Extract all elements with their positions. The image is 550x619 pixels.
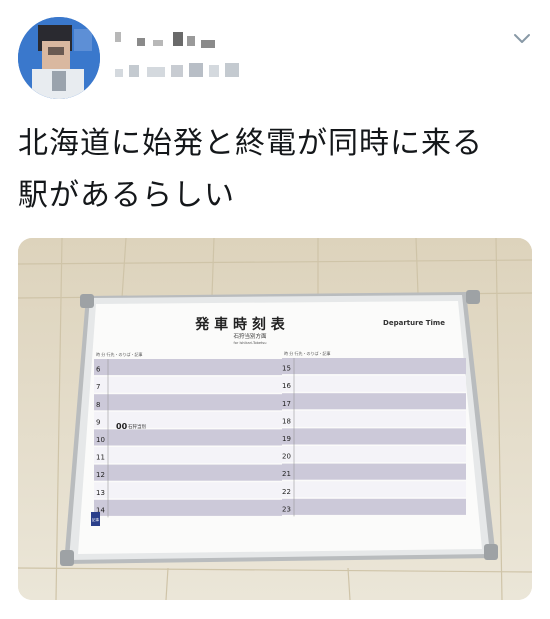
left-column-header: 時 分 行先・のりば・記事 bbox=[96, 351, 143, 357]
username-blurred[interactable] bbox=[115, 61, 255, 79]
tweet-text-line-2: 駅があるらしい bbox=[18, 178, 235, 213]
timetable-row bbox=[94, 429, 282, 446]
departure-minute: 00 bbox=[116, 422, 128, 431]
tweet-text: 北海道に始発と終電が同時に来る 駅があるらしい bbox=[18, 118, 533, 222]
departure-destination: 石狩当別 bbox=[128, 423, 146, 430]
frame-corner bbox=[80, 294, 94, 308]
right-timetable-column: 15 16 17 18 19 20 21 22 23 bbox=[282, 358, 466, 517]
timetable-row bbox=[94, 499, 282, 516]
hour-label: 17 bbox=[282, 400, 291, 408]
chevron-down-icon[interactable] bbox=[510, 26, 534, 50]
hour-label: 22 bbox=[282, 488, 291, 496]
timetable-board: 発 車 時 刻 表 Departure Time 石狩当別方面 for Ishi… bbox=[60, 290, 498, 566]
timetable-row bbox=[282, 393, 466, 410]
timetable-row bbox=[94, 394, 282, 411]
timetable-row bbox=[94, 359, 282, 376]
direction-label-en: for Ishikari-Tobetsu bbox=[234, 341, 267, 345]
right-column-header: 時 分 行先・のりば・記事 bbox=[284, 350, 331, 356]
timetable-row bbox=[282, 481, 466, 498]
timetable-row bbox=[282, 375, 466, 392]
hour-label: 7 bbox=[96, 383, 100, 391]
hour-label: 9 bbox=[96, 418, 100, 426]
timetable-photo: 発 車 時 刻 表 Departure Time 石狩当別方面 for Ishi… bbox=[18, 238, 532, 600]
hour-label: 19 bbox=[282, 435, 291, 443]
board-title-en: Departure Time bbox=[383, 319, 445, 327]
display-name-blurred[interactable] bbox=[115, 28, 225, 50]
timetable-row bbox=[282, 410, 466, 427]
board-title: 発 車 時 刻 表 bbox=[194, 316, 285, 333]
hour-label: 16 bbox=[282, 382, 291, 390]
timetable-row bbox=[94, 482, 282, 499]
timetable-row bbox=[282, 428, 466, 445]
timetable-row bbox=[282, 358, 466, 375]
hour-label: 13 bbox=[96, 489, 105, 497]
timetable-row bbox=[282, 446, 466, 463]
tweet-text-line-1: 北海道に始発と終電が同時に来る bbox=[18, 126, 483, 161]
hour-label: 15 bbox=[282, 365, 291, 373]
frame-corner bbox=[60, 550, 74, 566]
hour-label: 6 bbox=[96, 366, 101, 374]
hour-label: 18 bbox=[282, 417, 291, 425]
hour-label: 11 bbox=[96, 454, 105, 462]
timetable-row bbox=[94, 464, 282, 481]
hour-label: 12 bbox=[96, 471, 105, 479]
timetable-row bbox=[282, 498, 466, 515]
left-timetable-column: 67891011121314 bbox=[94, 359, 282, 518]
avatar[interactable] bbox=[18, 17, 100, 99]
frame-corner bbox=[484, 544, 498, 560]
hour-label: 23 bbox=[282, 505, 291, 513]
timetable-row bbox=[94, 376, 282, 393]
timetable-row bbox=[94, 447, 282, 464]
tweet-photo[interactable]: 発 車 時 刻 表 Departure Time 石狩当別方面 for Ishi… bbox=[18, 238, 532, 600]
hour-label: 20 bbox=[282, 453, 291, 461]
corner-legend-label: 記事 bbox=[92, 517, 99, 522]
hour-label: 10 bbox=[96, 436, 105, 444]
frame-corner bbox=[466, 290, 480, 304]
timetable-row bbox=[282, 463, 466, 480]
hour-label: 21 bbox=[282, 470, 291, 478]
direction-label: 石狩当別方面 bbox=[233, 332, 267, 340]
hour-label: 8 bbox=[96, 401, 100, 409]
